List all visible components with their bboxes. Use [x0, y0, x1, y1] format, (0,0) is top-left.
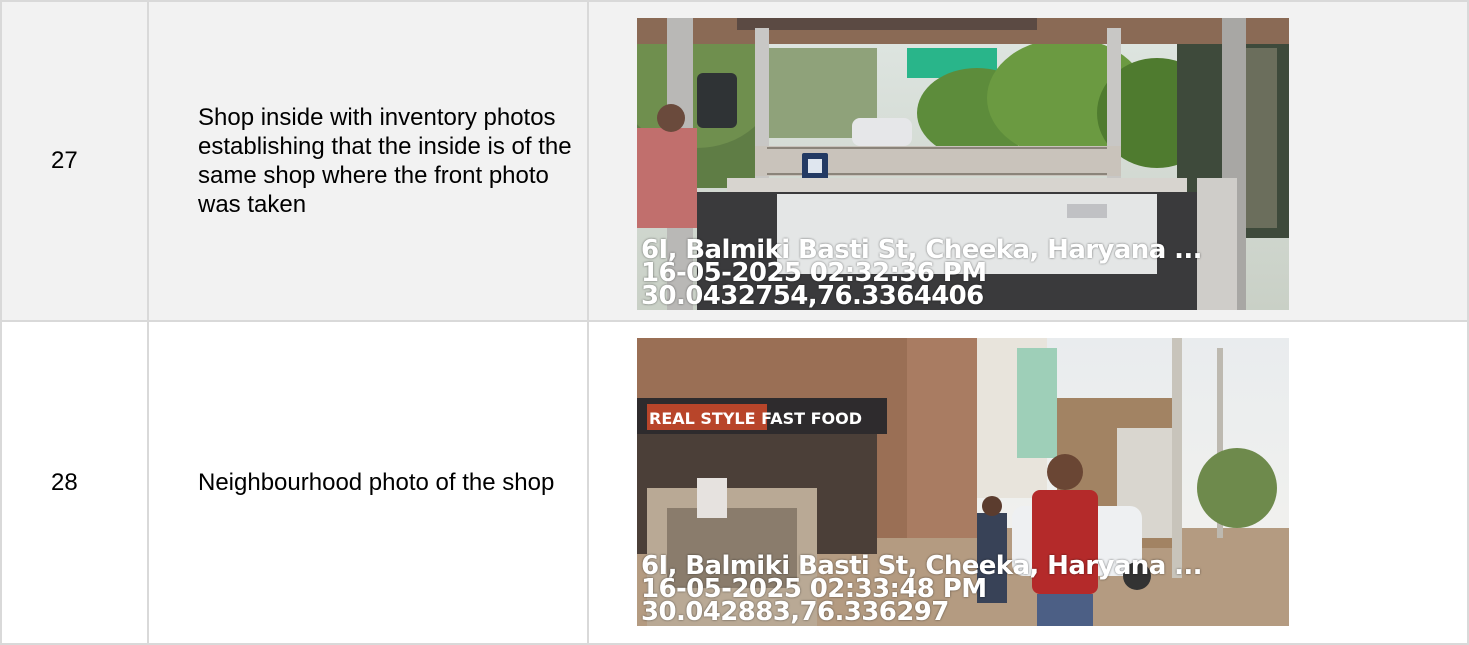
photo-cell: 6I, Balmiki Basti St, Cheeka, Haryana ..…: [587, 0, 1469, 322]
row-description: Shop inside with inventory photos establ…: [147, 0, 589, 322]
table-row: 27 Shop inside with inventory photos est…: [0, 0, 1469, 322]
row-number: 27: [0, 0, 149, 322]
shop-inside-photo[interactable]: 6I, Balmiki Basti St, Cheeka, Haryana ..…: [637, 18, 1289, 310]
neighbourhood-photo[interactable]: REAL STYLE FAST FOOD 6I, Balmiki Basti S…: [637, 338, 1289, 626]
description-text: Shop inside with inventory photos establ…: [198, 104, 572, 218]
photo-cell: REAL STYLE FAST FOOD 6I, Balmiki Basti S…: [587, 320, 1469, 645]
row-description: Neighbourhood photo of the shop: [147, 320, 589, 645]
geo-stamp: 6I, Balmiki Basti St, Cheeka, Haryana ..…: [641, 237, 1203, 310]
table-row: 28 Neighbourhood photo of the shop REAL …: [0, 320, 1469, 645]
stamp-coordinates: 30.042883,76.336297: [641, 597, 949, 626]
stamp-coordinates: 30.0432754,76.3364406: [641, 281, 984, 310]
geo-stamp: 6I, Balmiki Basti St, Cheeka, Haryana ..…: [641, 553, 1203, 626]
row-number: 28: [0, 320, 149, 645]
shop-sign-text: REAL STYLE FAST FOOD: [649, 409, 862, 428]
report-table: 27 Shop inside with inventory photos est…: [0, 0, 1469, 645]
description-text: Neighbourhood photo of the shop: [198, 469, 555, 496]
